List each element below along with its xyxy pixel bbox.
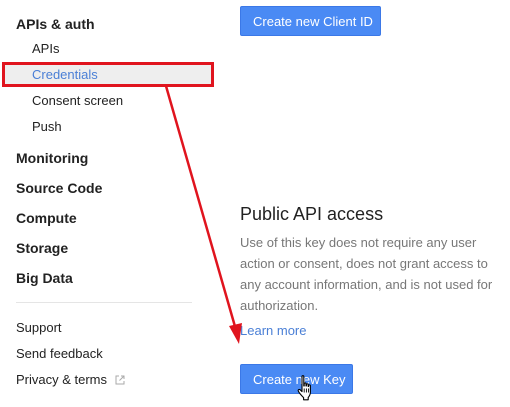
credentials-highlight-box <box>2 62 214 87</box>
external-link-icon <box>115 372 125 385</box>
sidebar-section-apis-auth[interactable]: APIs & auth <box>16 15 95 33</box>
public-api-access-description: Use of this key does not require any use… <box>240 235 493 313</box>
sidebar-section-storage[interactable]: Storage <box>16 239 68 257</box>
create-client-id-button[interactable]: Create new Client ID <box>240 6 381 36</box>
footer-link-privacy-terms[interactable]: Privacy & terms <box>16 371 125 389</box>
hand-pointer-icon <box>297 375 311 401</box>
sidebar-item-push[interactable]: Push <box>32 118 62 136</box>
learn-more-link[interactable]: Learn more <box>240 322 306 340</box>
sidebar: APIs & auth APIs Credentials Consent scr… <box>0 0 215 407</box>
public-api-access-heading: Public API access <box>240 204 384 224</box>
sidebar-item-apis[interactable]: APIs <box>32 40 59 58</box>
sidebar-section-monitoring[interactable]: Monitoring <box>16 149 88 167</box>
page: APIs & auth APIs Credentials Consent scr… <box>0 0 510 407</box>
sidebar-section-compute[interactable]: Compute <box>16 209 77 227</box>
footer-link-support[interactable]: Support <box>16 319 62 337</box>
sidebar-section-source-code[interactable]: Source Code <box>16 179 102 197</box>
sidebar-section-big-data[interactable]: Big Data <box>16 269 73 287</box>
sidebar-item-consent-screen[interactable]: Consent screen <box>32 92 123 110</box>
sidebar-divider <box>16 302 192 303</box>
footer-link-privacy-terms-label: Privacy & terms <box>16 372 108 387</box>
footer-link-send-feedback[interactable]: Send feedback <box>16 345 103 363</box>
